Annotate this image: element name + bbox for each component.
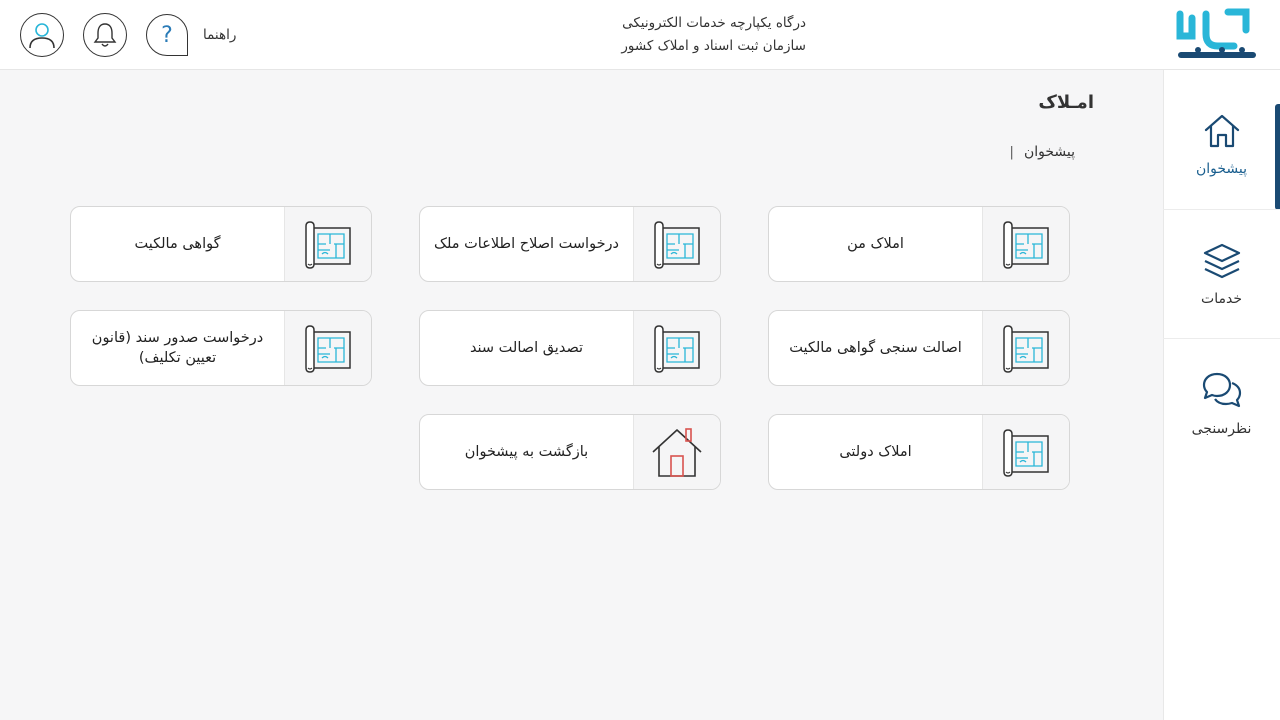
user-icon[interactable]	[20, 13, 64, 57]
blueprint-icon	[633, 207, 720, 281]
sidebar-item-label: خدمات	[1201, 291, 1242, 307]
page-title: امـلاک	[1038, 92, 1094, 113]
blueprint-icon	[982, 207, 1069, 281]
home-icon	[1204, 114, 1239, 148]
help-icon[interactable]: ?	[146, 14, 188, 56]
portal-title-line2: سازمان ثبت اسناد و املاک کشور	[621, 38, 806, 54]
site-logo[interactable]	[1176, 8, 1258, 60]
card-deed-issuance-request[interactable]: درخواست صدور سند (قانون تعیین تکلیف)	[70, 310, 372, 386]
card-back-to-dashboard[interactable]: بازگشت به پیشخوان	[419, 414, 721, 490]
card-certificate-authenticity[interactable]: اصالت سنجی گواهی مالکیت	[768, 310, 1070, 386]
breadcrumb: پیشخوان |	[1010, 144, 1075, 160]
sidebar-item-label: پیشخوان	[1195, 161, 1248, 177]
breadcrumb-current[interactable]: پیشخوان	[1024, 144, 1075, 160]
sidebar-item-dashboard[interactable]: پیشخوان	[1163, 80, 1280, 210]
active-indicator	[1275, 104, 1280, 210]
bell-icon[interactable]	[83, 13, 127, 57]
card-my-properties[interactable]: املاک من	[768, 206, 1070, 282]
sidebar-item-label: نظرسنجی	[1191, 421, 1252, 437]
help-label[interactable]: راهنما	[203, 27, 236, 43]
layers-icon	[1203, 243, 1240, 279]
chat-bubbles-icon	[1202, 372, 1241, 408]
card-label: تصدیق اصالت سند	[469, 340, 584, 356]
blueprint-icon	[284, 207, 371, 281]
house-icon	[633, 415, 720, 489]
card-government-properties[interactable]: املاک دولتی	[768, 414, 1070, 490]
blueprint-icon	[982, 311, 1069, 385]
card-property-correction[interactable]: درخواست اصلاح اطلاعات ملک	[419, 206, 721, 282]
sidebar: پیشخوان خدمات نظرسنجی	[1163, 70, 1280, 720]
card-label: املاک دولتی	[839, 444, 912, 460]
top-header: درگاه یکپارچه خدمات الکترونیکی سازمان ثب…	[0, 0, 1280, 70]
portal-title-line1: درگاه یکپارچه خدمات الکترونیکی	[622, 15, 806, 31]
sidebar-item-survey[interactable]: نظرسنجی	[1163, 340, 1280, 468]
card-label: بازگشت به پیشخوان	[464, 444, 589, 460]
card-label: گواهی مالکیت	[134, 236, 221, 252]
breadcrumb-separator: |	[1009, 144, 1014, 160]
card-ownership-certificate[interactable]: گواهی مالکیت	[70, 206, 372, 282]
card-deed-verification[interactable]: تصدیق اصالت سند	[419, 310, 721, 386]
card-label: املاک من	[847, 236, 904, 252]
help-symbol: ?	[161, 22, 173, 48]
sidebar-divider	[1163, 338, 1280, 339]
help-group[interactable]: ? راهنما	[146, 14, 236, 56]
blueprint-icon	[633, 311, 720, 385]
card-label: اصالت سنجی گواهی مالکیت	[789, 340, 962, 356]
portal-title: درگاه یکپارچه خدمات الکترونیکی سازمان ثب…	[621, 12, 806, 58]
card-label: درخواست اصلاح اطلاعات ملک	[434, 236, 619, 252]
header-tools: ? راهنما	[20, 13, 236, 57]
blueprint-icon	[982, 415, 1069, 489]
blueprint-icon	[284, 311, 371, 385]
sidebar-item-services[interactable]: خدمات	[1163, 210, 1280, 338]
card-label: درخواست صدور سند (قانون تعیین تکلیف)	[91, 330, 264, 366]
